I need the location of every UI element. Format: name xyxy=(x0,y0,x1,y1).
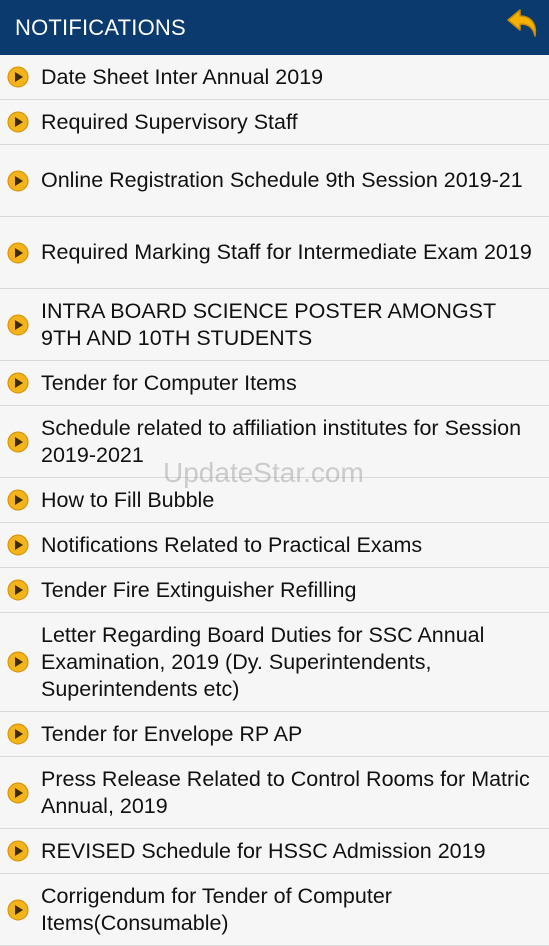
bullet-play-icon xyxy=(7,840,29,862)
list-item-label: REVISED Schedule for HSSC Admission 2019 xyxy=(41,838,486,863)
list-item[interactable]: Schedule related to affiliation institut… xyxy=(0,406,549,478)
bullet-play-icon xyxy=(7,372,29,394)
bullet-play-icon xyxy=(7,534,29,556)
list-item-label: Tender for Computer Items xyxy=(41,370,297,395)
list-item-label: INTRA BOARD SCIENCE POSTER AMONGST 9TH A… xyxy=(41,298,496,350)
back-button[interactable] xyxy=(505,4,541,44)
list-item[interactable]: Online Registration Schedule 9th Session… xyxy=(0,145,549,217)
list-item[interactable]: Letter Regarding Board Duties for SSC An… xyxy=(0,613,549,712)
list-item-label: Tender for Envelope RP AP xyxy=(41,721,303,746)
bullet-play-icon xyxy=(7,579,29,601)
list-item[interactable]: How to Fill Bubble xyxy=(0,478,549,523)
bullet-play-icon xyxy=(7,170,29,191)
list-item[interactable]: Tender Fire Extinguisher Refilling xyxy=(0,568,549,613)
app-bar: NOTIFICATIONS xyxy=(0,0,549,55)
page-title: NOTIFICATIONS xyxy=(15,14,186,40)
list-item[interactable]: Required Supervisory Staff xyxy=(0,100,549,145)
list-item-label: Press Release Related to Control Rooms f… xyxy=(41,766,530,818)
notification-list: Date Sheet Inter Annual 2019 Required Su… xyxy=(0,55,549,946)
list-item-label: Online Registration Schedule 9th Session… xyxy=(41,168,523,192)
list-item-label: Letter Regarding Board Duties for SSC An… xyxy=(41,622,485,701)
list-item[interactable]: Press Release Related to Control Rooms f… xyxy=(0,757,549,829)
list-item-label: Required Supervisory Staff xyxy=(41,109,298,134)
list-item[interactable]: Required Marking Staff for Intermediate … xyxy=(0,217,549,289)
list-item-label: Date Sheet Inter Annual 2019 xyxy=(41,64,324,89)
list-item[interactable]: Tender for Computer Items xyxy=(0,361,549,406)
bullet-play-icon xyxy=(7,111,29,133)
bullet-play-icon xyxy=(7,899,29,920)
list-item-label: Tender Fire Extinguisher Refilling xyxy=(41,577,357,602)
bullet-play-icon xyxy=(7,431,29,452)
list-item-label: Corrigendum for Tender of Computer Items… xyxy=(41,883,392,935)
list-item[interactable]: Notifications Related to Practical Exams xyxy=(0,523,549,568)
bullet-play-icon xyxy=(7,651,29,673)
list-item-label: Required Marking Staff for Intermediate … xyxy=(41,240,532,264)
list-item-label: Schedule related to affiliation institut… xyxy=(41,415,522,467)
back-arrow-icon xyxy=(507,9,537,37)
list-item-label: Notifications Related to Practical Exams xyxy=(41,532,423,557)
bullet-play-icon xyxy=(7,489,29,511)
list-item[interactable]: Date Sheet Inter Annual 2019 xyxy=(0,55,549,100)
bullet-play-icon xyxy=(7,242,29,263)
bullet-play-icon xyxy=(7,66,29,88)
bullet-play-icon xyxy=(7,314,29,335)
bullet-play-icon xyxy=(7,782,29,803)
list-item[interactable]: REVISED Schedule for HSSC Admission 2019 xyxy=(0,829,549,874)
list-item[interactable]: Corrigendum for Tender of Computer Items… xyxy=(0,874,549,946)
bullet-play-icon xyxy=(7,723,29,745)
list-item-label: How to Fill Bubble xyxy=(41,487,215,512)
list-item[interactable]: Tender for Envelope RP AP xyxy=(0,712,549,757)
list-item[interactable]: INTRA BOARD SCIENCE POSTER AMONGST 9TH A… xyxy=(0,289,549,361)
